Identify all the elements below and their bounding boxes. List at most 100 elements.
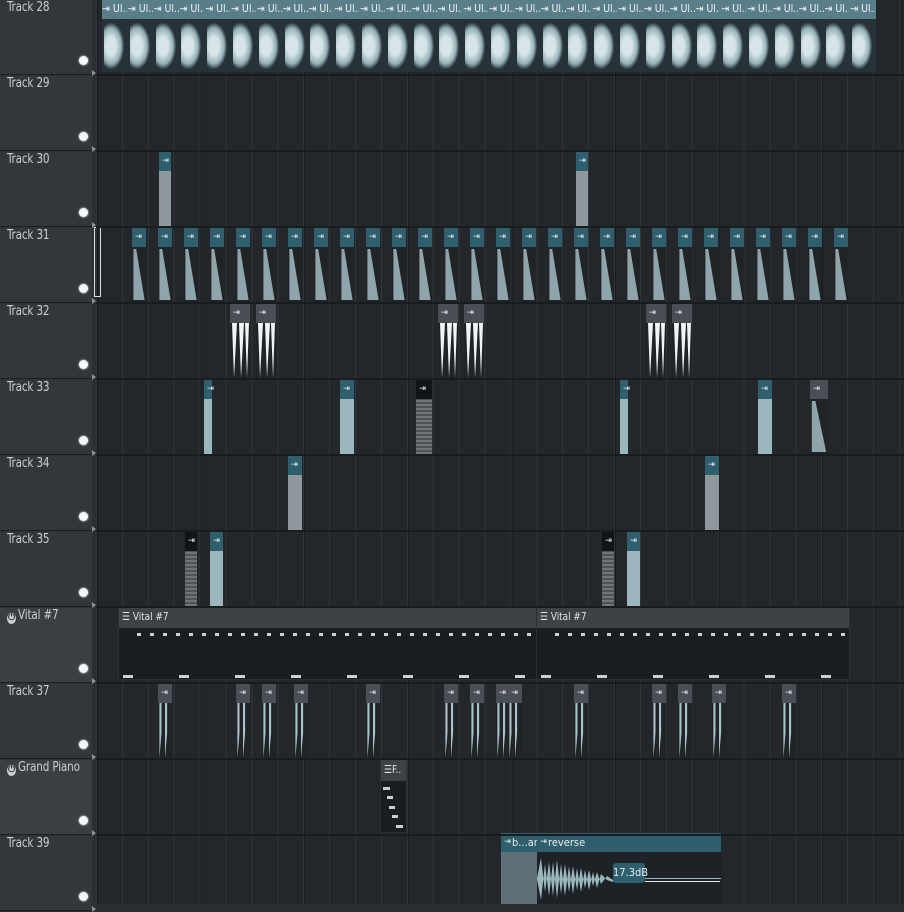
audio-clip[interactable]: ⇥ — [626, 228, 640, 302]
clip-header[interactable]: ⇥ — [756, 228, 770, 248]
clip-header[interactable]: ⇥ — [730, 228, 744, 248]
clip-header[interactable]: ⇥ — [470, 228, 484, 248]
audio-clip[interactable]: ⇥ — [294, 684, 308, 758]
clip-header[interactable]: ⇥ — [444, 228, 458, 248]
clip-header[interactable]: ⇥ — [678, 228, 692, 248]
mute-led-icon[interactable] — [79, 208, 88, 217]
gain-readout[interactable]: 17.3dB — [613, 863, 648, 883]
mute-led-icon[interactable] — [79, 132, 88, 141]
audio-clip[interactable]: ⇥ — [646, 304, 666, 378]
track-resize-handle[interactable] — [92, 906, 96, 912]
piano-pattern-clip[interactable]: ☰F.. — [380, 759, 407, 833]
clip-header[interactable]: ⇥ — [340, 228, 354, 248]
audio-clip[interactable]: ⇥ — [782, 684, 796, 758]
audio-clip[interactable]: ⇥ — [678, 228, 692, 302]
clip-header[interactable]: ⇥ — [652, 228, 666, 248]
clip-header[interactable]: ⇥ — [464, 304, 484, 324]
clip-header[interactable]: ⇥ — [522, 228, 536, 248]
audio-clip[interactable]: ⇥ — [508, 684, 522, 758]
audio-clip[interactable]: ⇥ — [470, 684, 484, 758]
clip-header[interactable]: ⇥ — [366, 228, 380, 248]
clip-header[interactable]: ⇥ — [600, 228, 614, 248]
track-header[interactable]: Track 37 — [0, 683, 92, 759]
clip-header[interactable]: ⇥ — [236, 684, 250, 704]
clip-header[interactable]: ⇥ — [626, 228, 640, 248]
track39-clip-a[interactable]: ⇥ b...am — [501, 833, 543, 904]
track-header[interactable]: Track 28 — [0, 0, 92, 75]
track28-clip-header[interactable]: ⇥ Ul.. ⇥ Ul.. ⇥ Ul.. ⇥ Ul.. ⇥ Ul.. ⇥ Ul.. ⇥ Ul… — [102, 0, 876, 19]
audio-clip[interactable]: ⇥ — [366, 228, 380, 302]
audio-clip[interactable]: ⇥ — [834, 228, 848, 302]
clip-header[interactable]: ⇥ — [808, 228, 822, 248]
audio-clip[interactable]: ⇥ — [416, 380, 432, 454]
clip-header[interactable]: ⇥ — [184, 228, 198, 248]
playlist-grid[interactable] — [96, 0, 904, 904]
clip-header[interactable]: ⇥ — [678, 684, 692, 704]
pattern-header[interactable]: ☰ Vital #7 — [119, 607, 537, 628]
audio-clip[interactable]: ⇥ — [185, 532, 197, 606]
clip-header[interactable]: ⇥ — [366, 684, 380, 704]
clip-header[interactable]: ⇥ — [496, 228, 510, 248]
clip-header[interactable]: ⇥ — [712, 684, 726, 704]
clip-header[interactable]: ⇥ — [438, 304, 458, 324]
pattern-header[interactable]: ☰F.. — [381, 760, 406, 781]
audio-clip[interactable]: ⇥ — [158, 228, 172, 302]
mute-led-icon[interactable] — [79, 56, 88, 65]
audio-clip[interactable]: ⇥ — [418, 228, 432, 302]
audio-clip[interactable]: ⇥ — [712, 684, 726, 758]
clip-header[interactable]: ⇥ — [288, 456, 302, 476]
audio-clip[interactable]: ⇥ — [704, 228, 718, 302]
clip-header[interactable]: ⇥ — [574, 228, 588, 248]
clip-header[interactable]: ⇥ — [576, 152, 588, 172]
clip-header[interactable]: ⇥ — [256, 304, 276, 324]
track-header[interactable]: Track 31 — [0, 227, 92, 303]
audio-clip[interactable]: ⇥ — [236, 228, 250, 302]
clip-header[interactable]: ⇥ — [470, 684, 484, 704]
clip-header[interactable]: ⇥ — [416, 380, 432, 400]
audio-clip[interactable]: ⇥ — [262, 684, 276, 758]
audio-clip[interactable]: ⇥ — [705, 456, 719, 530]
clip-header[interactable]: ⇥ reverse — [537, 833, 721, 853]
clip-header[interactable]: ⇥ — [210, 532, 223, 552]
audio-clip[interactable]: ⇥ — [600, 228, 614, 302]
audio-clip[interactable]: ⇥ — [392, 228, 406, 302]
volume-envelope-line[interactable] — [645, 881, 720, 882]
audio-clip[interactable]: ⇥ — [730, 228, 744, 302]
clip-header[interactable]: ⇥ — [158, 684, 172, 704]
audio-clip[interactable]: ⇥ — [288, 228, 302, 302]
clip-header[interactable]: ⇥ — [230, 304, 250, 324]
clip-header[interactable]: ⇥ — [210, 228, 224, 248]
clip-header[interactable]: ⇥ — [294, 684, 308, 704]
clip-header[interactable]: ⇥ — [262, 684, 276, 704]
clip-header[interactable]: ⇥ — [340, 380, 354, 400]
audio-clip[interactable]: ⇥ — [522, 228, 536, 302]
track-header[interactable]: Track 32 — [0, 303, 92, 379]
mute-led-icon[interactable] — [79, 512, 88, 521]
track-header[interactable]: ⏻ Vital #7 — [0, 607, 92, 683]
audio-clip[interactable]: ⇥ — [808, 228, 822, 302]
audio-clip[interactable]: ⇥ — [548, 228, 562, 302]
clip-header[interactable]: ⇥ — [810, 380, 828, 400]
clip-header[interactable]: ⇥ — [288, 228, 302, 248]
audio-clip[interactable]: ⇥ — [204, 380, 214, 454]
mute-led-icon[interactable] — [79, 892, 88, 901]
track-header[interactable]: Track 34 — [0, 455, 92, 531]
audio-clip[interactable]: ⇥ — [627, 532, 640, 606]
audio-clip[interactable]: ⇥ — [184, 228, 198, 302]
clip-header[interactable]: ⇥ — [314, 228, 328, 248]
audio-clip[interactable]: ⇥ — [210, 228, 224, 302]
audio-clip[interactable]: ⇥ — [620, 380, 630, 454]
audio-clip[interactable]: ⇥ — [236, 684, 250, 758]
clip-header[interactable]: ⇥ — [508, 684, 522, 704]
mute-led-icon[interactable] — [79, 740, 88, 749]
audio-clip[interactable]: ⇥ — [602, 532, 614, 606]
audio-clip[interactable]: ⇥ — [496, 228, 510, 302]
vital-pattern-clip[interactable]: ☰ Vital #7 — [536, 606, 850, 680]
track-header[interactable]: Track 35 — [0, 531, 92, 607]
audio-clip[interactable]: ⇥ — [652, 684, 666, 758]
clip-header[interactable]: ⇥ — [620, 380, 630, 400]
track-header[interactable]: Track 39 — [0, 835, 92, 911]
audio-clip[interactable]: ⇥ — [574, 684, 588, 758]
track28-audio-clip[interactable]: ⇥ Ul.. ⇥ Ul.. ⇥ Ul.. ⇥ Ul.. ⇥ Ul.. ⇥ Ul.. ⇥ Ul… — [102, 0, 876, 72]
clip-header[interactable]: ⇥ — [652, 684, 666, 704]
